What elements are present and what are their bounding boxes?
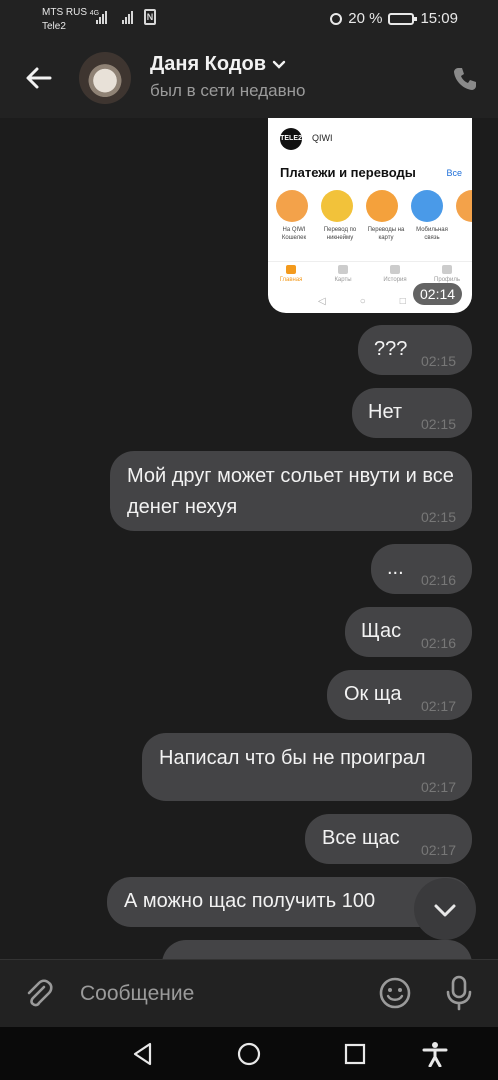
qiwi-tile-icon bbox=[411, 190, 443, 222]
qiwi-nav-item: История bbox=[380, 265, 410, 283]
compose-bar: Сообщение bbox=[0, 959, 498, 1028]
message-time: 02:17 bbox=[420, 842, 456, 858]
message-text: Написал что бы не проиграл bbox=[159, 747, 426, 769]
message-bubble[interactable]: ... 02:16 bbox=[371, 544, 472, 594]
qiwi-tiles bbox=[276, 190, 472, 222]
qiwi-nav: Главная Карты История Профиль bbox=[276, 265, 462, 283]
message-bubble[interactable]: Щас 02:16 bbox=[345, 607, 472, 657]
qiwi-tile-label: Раз bbox=[458, 226, 472, 242]
qiwi-tile-label: На QIWI Кошелек bbox=[281, 227, 307, 241]
qiwi-nav-item: Главная bbox=[276, 265, 306, 283]
message-bubble[interactable]: ??? 02:15 bbox=[358, 325, 472, 375]
message-time: 02:16 bbox=[420, 635, 456, 651]
scroll-down-button[interactable] bbox=[414, 878, 476, 940]
contact-name[interactable]: Даня Кодов bbox=[150, 53, 286, 76]
qiwi-tile-icon bbox=[366, 190, 398, 222]
back-arrow-icon[interactable] bbox=[24, 63, 54, 93]
image-message[interactable]: TELE2 QIWI Платежи и переводы Все На QIW… bbox=[268, 118, 472, 313]
qiwi-tile-labels: На QIWI Кошелек Перевод по никнейму Перево… bbox=[274, 226, 472, 242]
message-bubble[interactable] bbox=[162, 940, 472, 959]
operator-2: Tele2 bbox=[42, 21, 66, 32]
avatar[interactable] bbox=[79, 52, 131, 104]
message-time: 02:15 bbox=[420, 353, 456, 369]
chevron-down-icon bbox=[434, 904, 456, 917]
message-input[interactable]: Сообщение bbox=[80, 982, 194, 1006]
signal-icon bbox=[122, 10, 133, 24]
battery-icon bbox=[388, 12, 418, 25]
qiwi-tile-label: Перевод по никнейму bbox=[323, 227, 357, 241]
operator-1: MTS RUS 4G bbox=[42, 7, 100, 18]
microphone-icon[interactable] bbox=[445, 975, 473, 1011]
qiwi-tile-label: Переводы на карту bbox=[367, 227, 405, 241]
message-list[interactable]: TELE2 QIWI Платежи и переводы Все На QIW… bbox=[0, 118, 498, 959]
emoji-icon[interactable] bbox=[379, 977, 411, 1009]
message-time: 02:17 bbox=[420, 698, 456, 714]
message-bubble[interactable]: Написал что бы не проиграл 02:17 bbox=[142, 733, 472, 801]
tele2-badge: TELE2 bbox=[280, 128, 302, 150]
accessibility-icon[interactable] bbox=[422, 1041, 448, 1067]
recents-square-icon[interactable] bbox=[342, 1041, 368, 1067]
qiwi-title: Платежи и переводы bbox=[280, 165, 416, 180]
message-time: 02:16 bbox=[420, 572, 456, 588]
qiwi-nav-item: Профиль bbox=[432, 265, 462, 283]
qiwi-tile-icon bbox=[276, 190, 308, 222]
chat-header: Даня Кодов был в сети недавно bbox=[0, 38, 498, 119]
message-bubble[interactable]: Мой друг может сольет нвути и все денег … bbox=[110, 451, 472, 531]
message-time: 02:15 bbox=[420, 416, 456, 432]
qiwi-nav-item: Карты bbox=[328, 265, 358, 283]
clock: 15:09 bbox=[420, 10, 458, 27]
message-bubble[interactable]: Все щас 02:17 bbox=[305, 814, 472, 864]
message-bubble[interactable]: Нет 02:15 bbox=[352, 388, 472, 438]
message-text: Мой друг может сольет нвути и все денег … bbox=[127, 465, 454, 518]
message-time: 02:17 bbox=[420, 779, 456, 795]
back-triangle-icon[interactable] bbox=[130, 1041, 156, 1067]
chevron-down-icon bbox=[272, 60, 286, 69]
qiwi-brand: QIWI bbox=[312, 133, 333, 143]
message-time: 02:15 bbox=[420, 509, 456, 525]
message-time: 02:14 bbox=[413, 283, 463, 305]
attach-icon[interactable] bbox=[22, 978, 54, 1010]
system-nav-bar bbox=[0, 1027, 498, 1080]
qiwi-all-link: Все bbox=[446, 168, 462, 178]
home-circle-icon[interactable] bbox=[236, 1041, 262, 1067]
status-bar: MTS RUS 4G Tele2 N 20 % 15:09 bbox=[0, 0, 498, 38]
presence-status: был в сети недавно bbox=[150, 81, 306, 100]
qiwi-tile-icon bbox=[321, 190, 353, 222]
alarm-icon bbox=[330, 12, 343, 25]
nfc-icon: N bbox=[144, 9, 156, 25]
phone-icon[interactable] bbox=[452, 66, 478, 92]
signal-icon bbox=[96, 10, 107, 24]
qiwi-tile-icon bbox=[456, 190, 472, 222]
battery-percent: 20 % bbox=[348, 10, 383, 27]
qiwi-tile-label: Мобильная связь bbox=[416, 227, 448, 241]
message-bubble[interactable]: Ок ща 02:17 bbox=[327, 670, 472, 720]
